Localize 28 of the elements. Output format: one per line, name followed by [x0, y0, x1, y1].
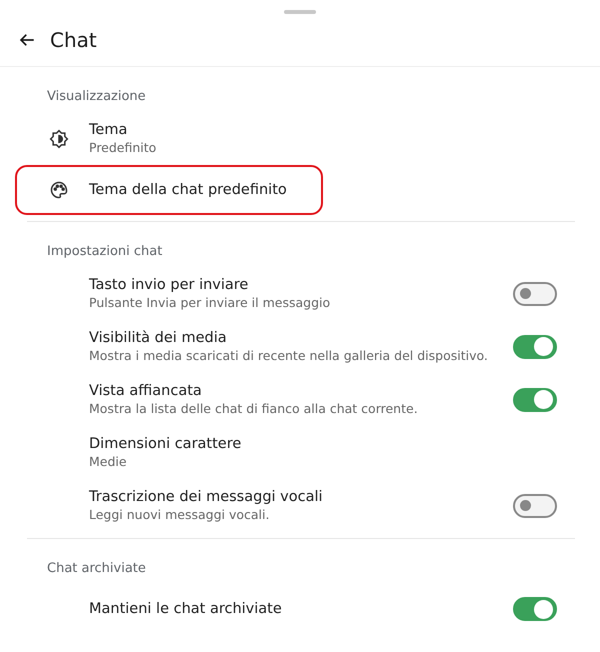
toggle-switch[interactable] [513, 334, 557, 358]
section-title: Chat archiviate [46, 560, 147, 578]
toggle-switch[interactable] [513, 388, 557, 412]
setting-subtitle: Mostra la lista delle chat di fianco alla chat corrente. [89, 401, 419, 416]
drag-handle[interactable] [284, 10, 316, 14]
setting-title: Tema della chat predefinito [89, 182, 288, 198]
setting-subtitle: Mostra i media scaricati di recente nella galleria del dispositivo. [89, 348, 489, 363]
brightness-icon [49, 128, 69, 148]
setting-title: Mantieni le chat archiviate [89, 601, 283, 617]
setting-title: Tasto invio per inviare [89, 277, 250, 293]
highlighted-setting-row[interactable]: Tema della chat predefinito [15, 165, 323, 215]
section-title: Impostazioni chat [46, 243, 164, 261]
setting-subtitle: Predefinito [89, 140, 158, 155]
setting-row[interactable]: Tema Predefinito [27, 112, 575, 165]
setting-subtitle: Leggi nuovi messaggi vocali. [89, 507, 270, 522]
toggle-switch[interactable] [513, 597, 557, 621]
page-title: Chat [50, 28, 97, 52]
toggle-switch[interactable] [513, 282, 557, 306]
setting-title: Vista affiancata [89, 383, 203, 399]
palette-icon [49, 180, 69, 200]
setting-title: Visibilità dei media [89, 330, 228, 346]
setting-title: Tema [89, 122, 128, 138]
section-title: Visualizzazione [46, 88, 147, 106]
setting-subtitle: Pulsante Invia per inviare il messaggio [89, 295, 332, 310]
setting-title: Dimensioni carattere [89, 436, 242, 452]
toggle-switch[interactable] [513, 494, 557, 518]
setting-subtitle: Medie [89, 454, 128, 469]
setting-title: Trascrizione dei messaggi vocali [89, 489, 324, 505]
